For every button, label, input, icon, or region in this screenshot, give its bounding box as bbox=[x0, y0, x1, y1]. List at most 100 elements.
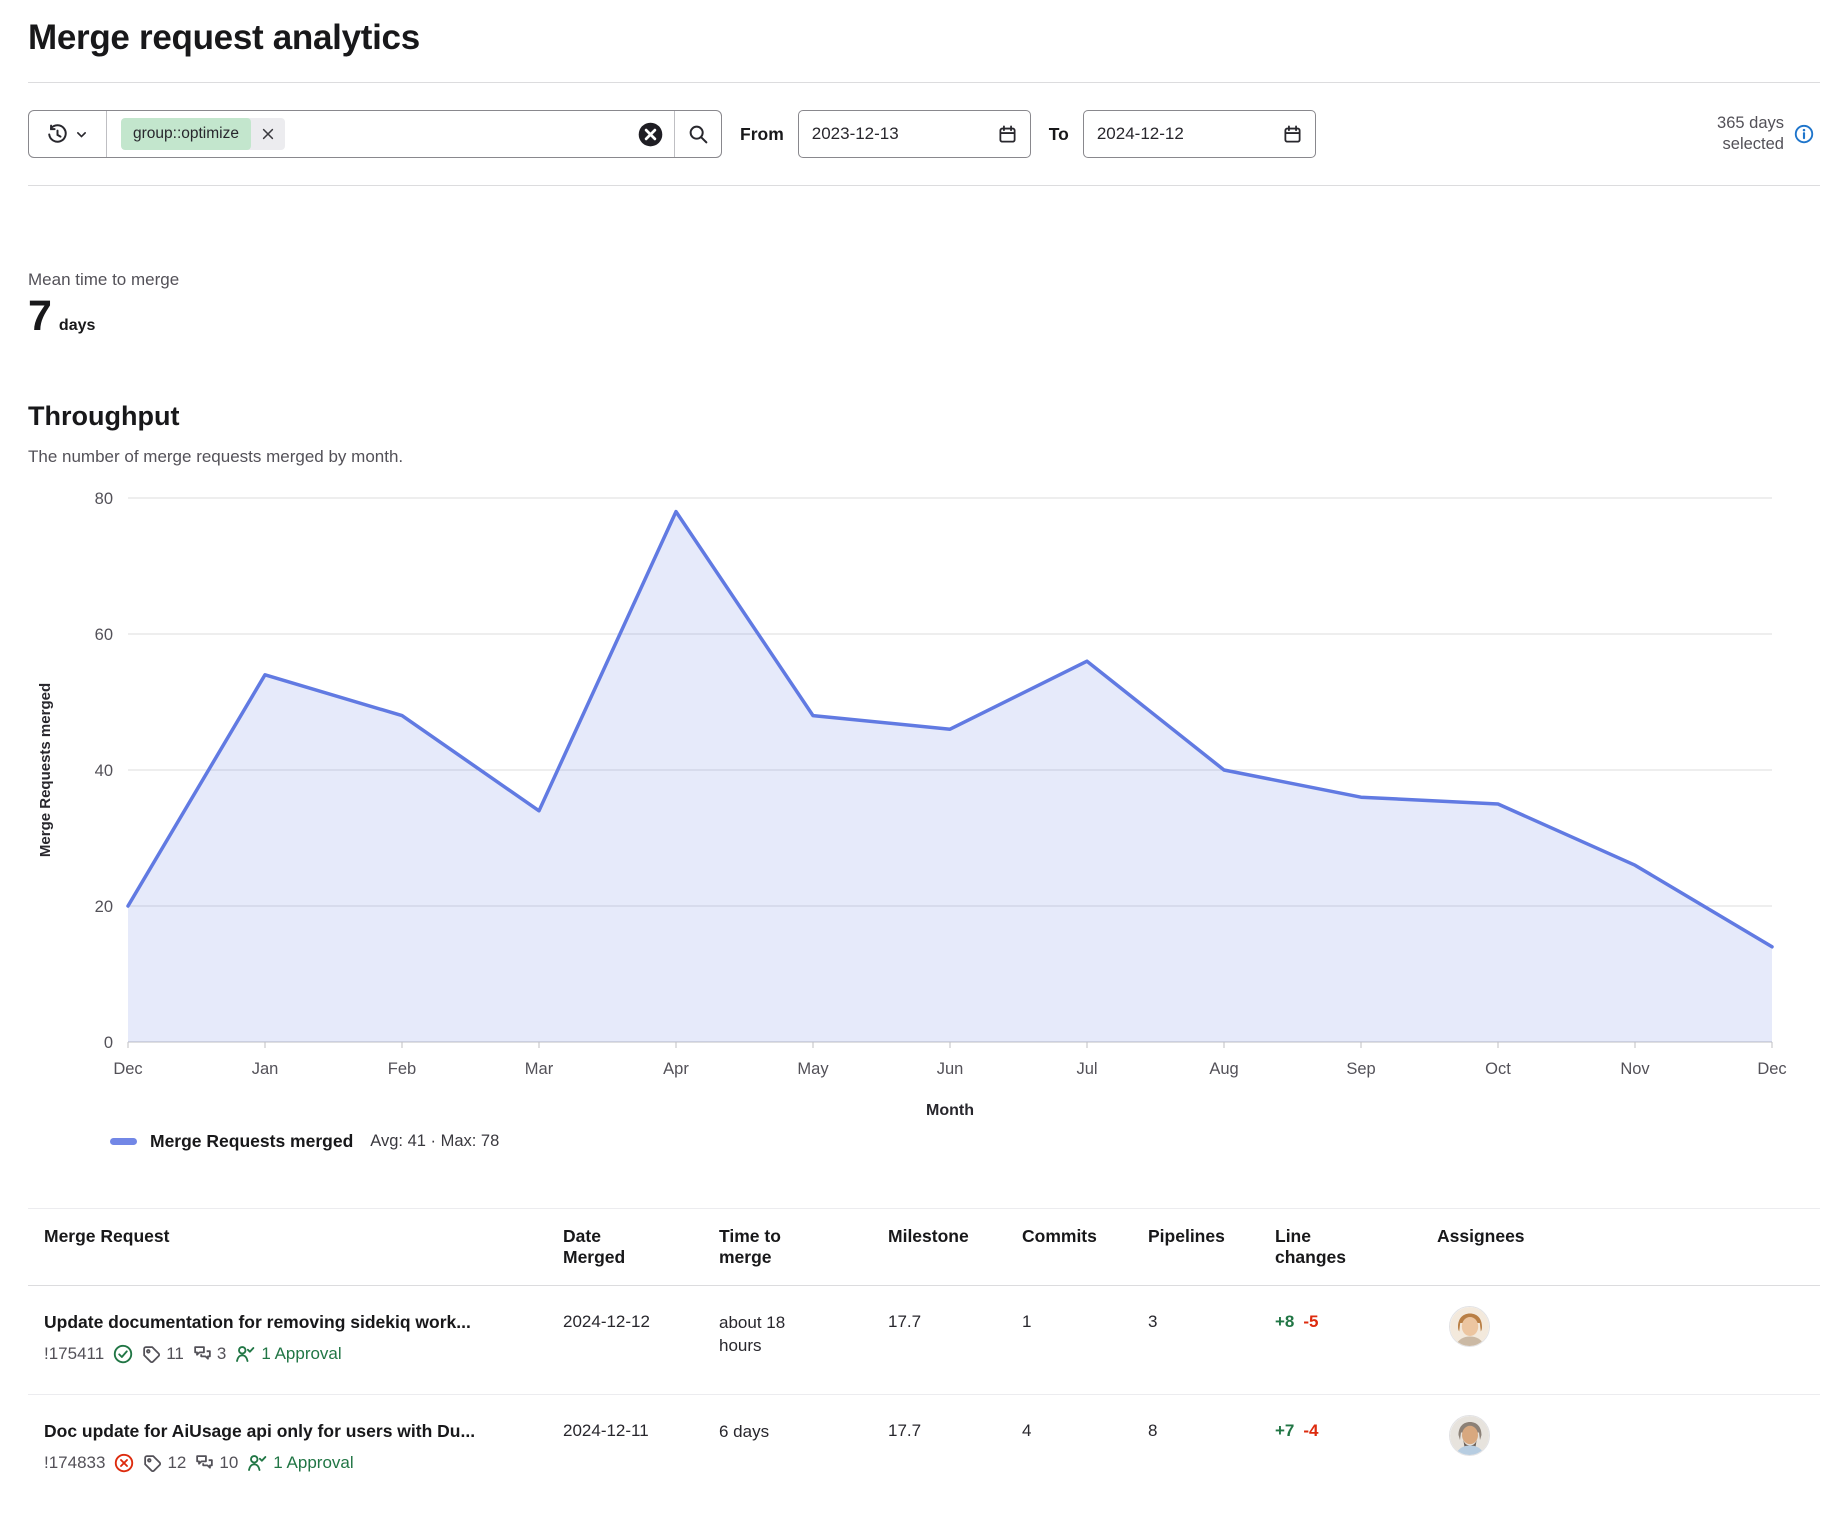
date-merged-cell: 2024-12-11 bbox=[547, 1395, 703, 1503]
approval-icon bbox=[235, 1344, 255, 1364]
comments-count: 3 bbox=[193, 1344, 226, 1364]
assignees-cell bbox=[1421, 1395, 1820, 1503]
days-selected-text: 365 days selected bbox=[1684, 113, 1784, 156]
search-icon bbox=[688, 124, 709, 145]
y-tick-label: 0 bbox=[104, 1034, 113, 1052]
x-circle-icon bbox=[114, 1453, 134, 1473]
filtered-search-box: group::optimize bbox=[28, 110, 722, 158]
x-tick-label: Aug bbox=[1209, 1060, 1238, 1078]
throughput-chart: 020406080DecJanFebMarAprMayJunJulAugSepO… bbox=[28, 473, 1820, 1125]
chart-legend: Merge Requests merged Avg: 41 · Max: 78 bbox=[110, 1131, 1820, 1152]
additions-count: +7 bbox=[1275, 1421, 1294, 1440]
column-header-date-merged: Date Merged bbox=[547, 1209, 703, 1285]
to-date-input[interactable]: 2024-12-12 bbox=[1083, 110, 1316, 158]
merge-request-analytics-page: Merge request analytics bbox=[0, 0, 1848, 1503]
chevron-down-icon bbox=[75, 128, 88, 141]
x-tick-label: Jul bbox=[1076, 1060, 1097, 1078]
date-range-to: To 2024-12-12 bbox=[1049, 110, 1316, 158]
assignee-avatar[interactable] bbox=[1449, 1415, 1490, 1456]
info-icon[interactable] bbox=[1794, 124, 1814, 144]
pipelines-cell: 3 bbox=[1132, 1286, 1259, 1394]
comments-icon bbox=[193, 1345, 212, 1364]
column-header-time-to-merge: Time to merge bbox=[703, 1209, 872, 1285]
filter-bar: group::optimize bbox=[28, 82, 1820, 186]
merge-request-title-link[interactable]: Doc update for AiUsage api only for user… bbox=[44, 1421, 537, 1442]
x-tick-label: Dec bbox=[1757, 1060, 1786, 1078]
column-header-assignees: Assignees bbox=[1421, 1209, 1820, 1285]
legend-label: Merge Requests merged bbox=[150, 1131, 353, 1152]
y-tick-label: 40 bbox=[95, 762, 113, 780]
history-icon bbox=[47, 124, 68, 145]
column-header-commits: Commits bbox=[1006, 1209, 1132, 1285]
labels-count: 11 bbox=[142, 1344, 184, 1364]
approval-icon bbox=[247, 1453, 267, 1473]
search-history-dropdown[interactable] bbox=[29, 111, 107, 157]
metric-label: Mean time to merge bbox=[28, 270, 1820, 290]
x-tick-label: Jun bbox=[937, 1060, 964, 1078]
comments-count: 10 bbox=[195, 1453, 238, 1473]
merge-request-cell: Update documentation for removing sideki… bbox=[28, 1286, 547, 1394]
from-date-input[interactable]: 2023-12-13 bbox=[798, 110, 1031, 158]
table-row: Doc update for AiUsage api only for user… bbox=[28, 1395, 1820, 1503]
legend-stats: Avg: 41 · Max: 78 bbox=[370, 1132, 499, 1151]
milestone-cell: 17.7 bbox=[872, 1395, 1006, 1503]
column-header-pipelines: Pipelines bbox=[1132, 1209, 1259, 1285]
days-selected-indicator: 365 days selected bbox=[1684, 113, 1820, 156]
labels-count: 12 bbox=[143, 1453, 186, 1473]
filtered-search-input[interactable]: group::optimize bbox=[107, 111, 674, 157]
x-tick-label: Oct bbox=[1485, 1060, 1511, 1078]
comments-icon bbox=[195, 1454, 214, 1473]
assignees-cell bbox=[1421, 1286, 1820, 1394]
merge-request-cell: Doc update for AiUsage api only for user… bbox=[28, 1395, 547, 1503]
date-merged-cell: 2024-12-12 bbox=[547, 1286, 703, 1394]
commits-cell: 1 bbox=[1006, 1286, 1132, 1394]
label-icon bbox=[142, 1345, 161, 1364]
y-tick-label: 60 bbox=[95, 626, 113, 644]
approvals-badge: 1 Approval bbox=[235, 1344, 341, 1364]
clear-search-button[interactable] bbox=[637, 121, 664, 148]
label-icon bbox=[143, 1454, 162, 1473]
merge-request-title-link[interactable]: Update documentation for removing sideki… bbox=[44, 1312, 537, 1333]
x-axis-label: Month bbox=[926, 1102, 974, 1119]
table-row: Update documentation for removing sideki… bbox=[28, 1286, 1820, 1395]
from-date-value: 2023-12-13 bbox=[812, 124, 899, 144]
calendar-icon[interactable] bbox=[998, 125, 1017, 144]
line-changes-cell: +8 -5 bbox=[1259, 1286, 1421, 1394]
line-changes-cell: +7 -4 bbox=[1259, 1395, 1421, 1503]
commits-cell: 4 bbox=[1006, 1395, 1132, 1503]
throughput-area bbox=[128, 512, 1772, 1042]
time-to-merge-cell: about 18 hours bbox=[703, 1286, 872, 1394]
merge-request-table: Merge Request Date Merged Time to merge … bbox=[28, 1208, 1820, 1503]
deletions-count: -4 bbox=[1303, 1421, 1318, 1440]
y-tick-label: 80 bbox=[95, 490, 113, 508]
merge-request-id-link[interactable]: !174833 bbox=[44, 1453, 105, 1473]
filter-token[interactable]: group::optimize bbox=[121, 118, 285, 150]
throughput-title: Throughput bbox=[28, 401, 1820, 432]
column-header-merge-request: Merge Request bbox=[28, 1209, 547, 1285]
x-tick-label: May bbox=[797, 1060, 829, 1078]
assignee-avatar[interactable] bbox=[1449, 1306, 1490, 1347]
to-label: To bbox=[1049, 124, 1069, 145]
x-tick-label: Dec bbox=[113, 1060, 142, 1078]
x-tick-label: Sep bbox=[1346, 1060, 1375, 1078]
time-to-merge-cell: 6 days bbox=[703, 1395, 872, 1503]
deletions-count: -5 bbox=[1303, 1312, 1318, 1331]
x-tick-label: Feb bbox=[388, 1060, 416, 1078]
milestone-cell: 17.7 bbox=[872, 1286, 1006, 1394]
page-title: Merge request analytics bbox=[28, 0, 1820, 82]
to-date-value: 2024-12-12 bbox=[1097, 124, 1184, 144]
search-button[interactable] bbox=[674, 111, 721, 157]
y-tick-label: 20 bbox=[95, 898, 113, 916]
x-tick-label: Nov bbox=[1620, 1060, 1650, 1078]
throughput-subtitle: The number of merge requests merged by m… bbox=[28, 447, 1820, 467]
y-axis-label: Merge Requests merged bbox=[37, 683, 54, 857]
metric-value: 7 bbox=[28, 294, 52, 339]
token-remove-icon[interactable] bbox=[251, 118, 285, 150]
metric-unit: days bbox=[59, 317, 95, 335]
pipelines-cell: 8 bbox=[1132, 1395, 1259, 1503]
calendar-icon[interactable] bbox=[1283, 125, 1302, 144]
additions-count: +8 bbox=[1275, 1312, 1294, 1331]
x-tick-label: Jan bbox=[252, 1060, 279, 1078]
filter-token-label: group::optimize bbox=[121, 118, 251, 150]
merge-request-id-link[interactable]: !175411 bbox=[44, 1344, 104, 1364]
